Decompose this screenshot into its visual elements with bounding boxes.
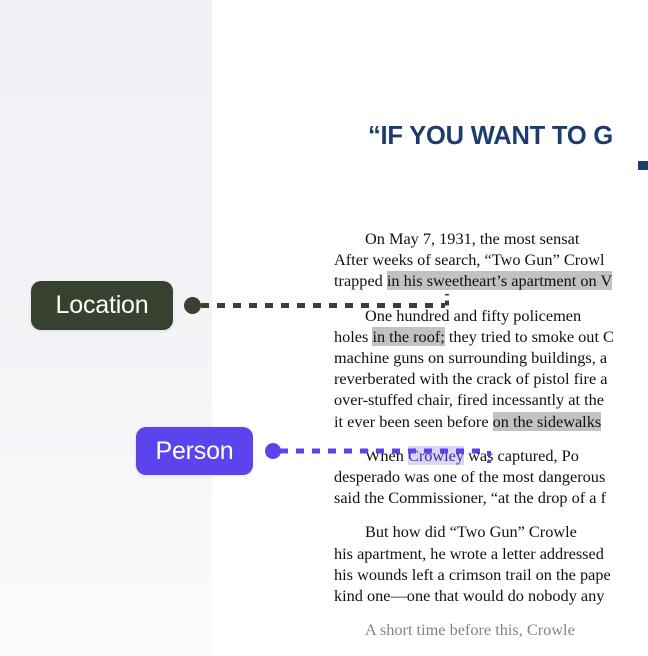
- highlight-roof-span[interactable]: in the roof;: [372, 326, 445, 346]
- text-run: But how did “Two Gun” Crowle: [365, 522, 577, 542]
- highlight-sidewalks-span[interactable]: on the sidewalks: [492, 411, 602, 431]
- paragraph-5: A short time before this, Crowle: [334, 619, 648, 640]
- text-run: When: [365, 445, 408, 465]
- text-run: One hundred and fifty policemen: [365, 305, 582, 325]
- highlight-person-span[interactable]: Crowley: [407, 445, 465, 465]
- text-run: After weeks of search, “Two Gun” Crowl: [334, 250, 605, 270]
- annotation-badge-location-label: Location: [55, 291, 149, 319]
- annotation-badge-person-label: Person: [155, 436, 234, 465]
- text-run: said the Commissioner, “at the drop of a…: [334, 488, 606, 508]
- paragraph-3: When Crowley was captured, Po desperado …: [334, 445, 648, 509]
- text-run: C: [603, 326, 614, 346]
- text-run-clipped: A short time before this, Crowle: [365, 620, 575, 640]
- highlight-location-span[interactable]: in his sweetheart’s apartment on: [386, 271, 601, 291]
- annotation-badge-location[interactable]: Location: [31, 281, 173, 330]
- text-run: his wounds left a crimson trail on the p…: [334, 564, 611, 584]
- paragraph-2: One hundred and fifty policemen holes in…: [334, 305, 648, 432]
- text-run: it ever been seen before: [334, 411, 493, 431]
- title-underline-rule: [638, 161, 648, 170]
- text-run: his apartment, he wrote a letter address…: [334, 543, 604, 563]
- text-run: kind one—one that would do nobody any: [334, 586, 605, 606]
- text-run: reverberated with the crack of pistol fi…: [334, 369, 608, 389]
- annotation-badge-person[interactable]: Person: [136, 427, 253, 475]
- annotation-anchor-dot-person[interactable]: [265, 443, 281, 459]
- text-run: desperado was one of the most dangerous: [334, 467, 606, 487]
- document-body: On May 7, 1931, the most sensat After we…: [334, 228, 648, 653]
- document-page: “IF YOU WANT TO G On May 7, 1931, the mo…: [212, 0, 648, 656]
- text-run: they tried to smoke out: [444, 326, 604, 346]
- text-run: trapped: [334, 271, 387, 291]
- text-run: holes: [334, 326, 373, 346]
- text-run: was captured, Po: [464, 445, 579, 465]
- paragraph-1: On May 7, 1931, the most sensat After we…: [334, 228, 648, 292]
- page-title: “IF YOU WANT TO G: [368, 122, 614, 150]
- highlight-location-span-tail[interactable]: V: [600, 271, 613, 291]
- text-run: On May 7, 1931, the most sensat: [365, 229, 580, 248]
- text-run: over-stuffed chair, fired incessantly at…: [334, 390, 604, 410]
- paragraph-4: But how did “Two Gun” Crowle his apartme…: [334, 521, 648, 606]
- text-run: machine guns on surrounding buildings, a: [334, 348, 608, 368]
- annotation-anchor-dot-location[interactable]: [184, 297, 201, 314]
